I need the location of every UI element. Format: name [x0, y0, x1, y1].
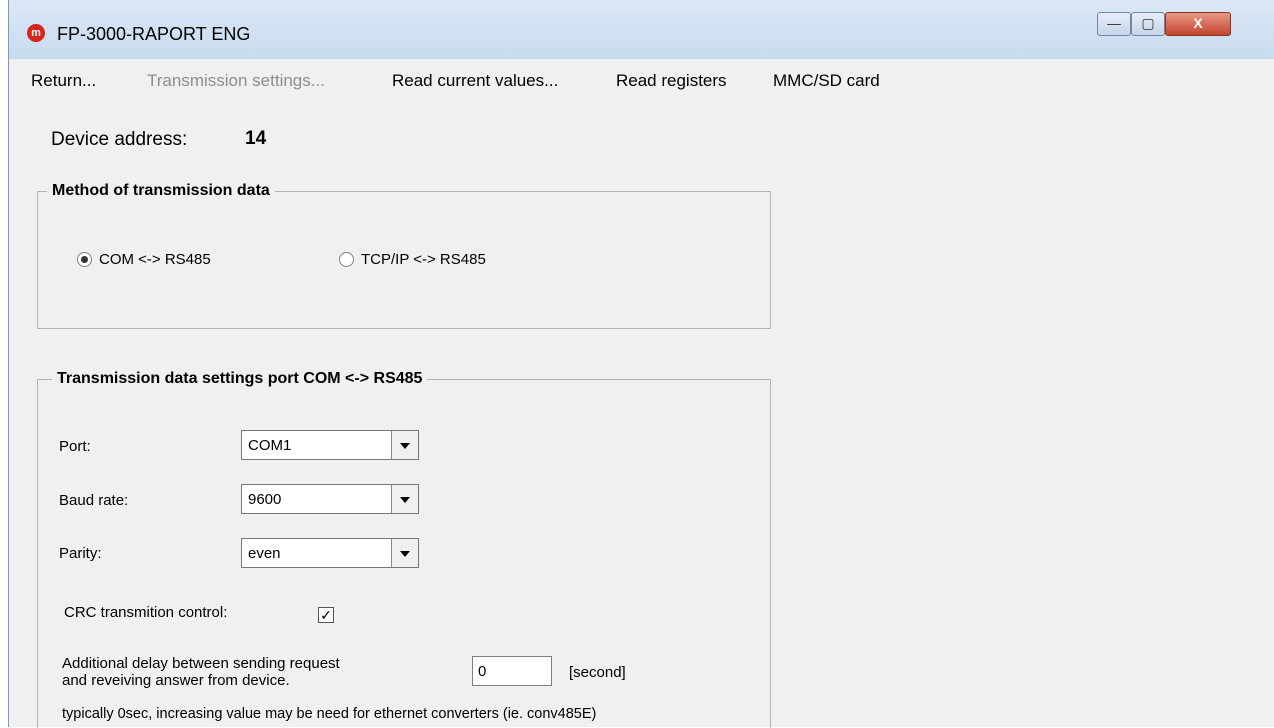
app-logo-icon: m — [27, 24, 45, 42]
menu-mmc-sd-card[interactable]: MMC/SD card — [773, 71, 880, 91]
com-rs485-radio[interactable] — [77, 252, 92, 267]
maximize-button[interactable]: ▢ — [1131, 12, 1165, 36]
port-label: Port: — [59, 438, 91, 455]
delay-unit: [second] — [569, 664, 626, 681]
window-title: FP-3000-RAPORT ENG — [57, 24, 251, 44]
chevron-down-icon[interactable] — [391, 485, 418, 513]
application-window: m FP-3000-RAPORT ENG — ▢ X Return... Tra… — [8, 0, 1274, 728]
close-button[interactable]: X — [1165, 12, 1231, 36]
close-icon: X — [1193, 15, 1203, 31]
port-select[interactable]: COM1 — [241, 430, 419, 460]
tcpip-rs485-label[interactable]: TCP/IP <-> RS485 — [361, 251, 486, 268]
chevron-down-icon[interactable] — [391, 539, 418, 567]
parity-label: Parity: — [59, 545, 102, 562]
title-bar[interactable]: m FP-3000-RAPORT ENG — ▢ X — [9, 0, 1274, 58]
delay-label: Additional delay between sending request… — [62, 655, 340, 689]
baud-rate-value: 9600 — [248, 491, 282, 508]
menu-bar: Return... Transmission settings... Read … — [9, 58, 1274, 99]
parity-value: even — [248, 545, 281, 562]
minimize-icon: — — [1107, 15, 1121, 31]
minimize-button[interactable]: — — [1097, 12, 1131, 36]
method-group-title: Method of transmission data — [47, 182, 275, 200]
crc-label: CRC transmition control: — [64, 604, 228, 621]
delay-label-line-2: and reveiving answer from device. — [62, 672, 290, 689]
menu-read-current-values[interactable]: Read current values... — [392, 71, 558, 91]
tcpip-rs485-radio[interactable] — [339, 252, 354, 267]
menu-transmission-settings[interactable]: Transmission settings... — [147, 71, 325, 91]
menu-read-registers[interactable]: Read registers — [616, 71, 727, 91]
radio-selected-icon — [81, 256, 88, 263]
checkmark-icon: ✓ — [320, 607, 332, 623]
port-value: COM1 — [248, 437, 292, 454]
menu-return[interactable]: Return... — [31, 71, 96, 91]
transmission-settings-title: Transmission data settings port COM <-> … — [52, 370, 428, 388]
delay-label-line-1: Additional delay between sending request — [62, 655, 340, 672]
crc-checkbox[interactable]: ✓ — [318, 607, 334, 623]
delay-value: 0 — [478, 663, 487, 680]
baud-rate-label: Baud rate: — [59, 492, 129, 509]
delay-note: typically 0sec, increasing value may be … — [62, 706, 597, 722]
chevron-down-icon[interactable] — [391, 431, 418, 459]
delay-input[interactable]: 0 — [472, 656, 552, 686]
device-address-label: Device address: — [51, 129, 188, 150]
baud-rate-select[interactable]: 9600 — [241, 484, 419, 514]
parity-select[interactable]: even — [241, 538, 419, 568]
device-address-value: 14 — [245, 128, 267, 149]
com-rs485-label[interactable]: COM <-> RS485 — [99, 251, 211, 268]
maximize-icon: ▢ — [1141, 15, 1155, 31]
